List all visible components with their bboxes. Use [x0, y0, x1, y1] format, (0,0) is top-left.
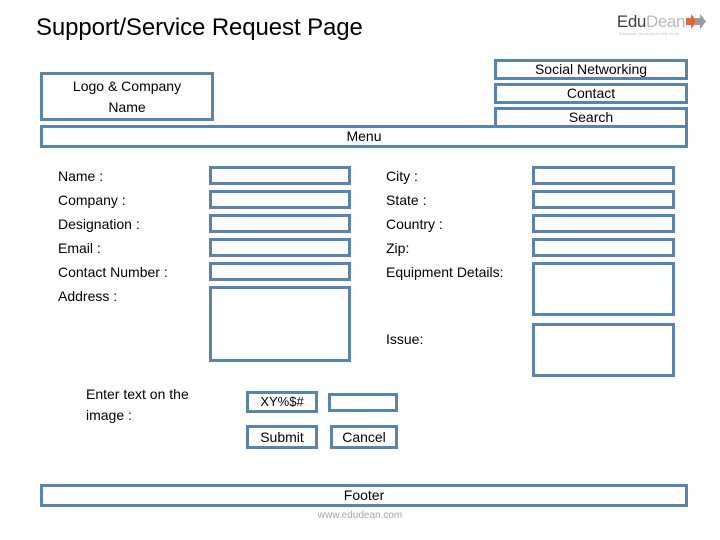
logo-company-name-box: Logo & Company Name — [40, 72, 214, 121]
captcha-prompt: Enter text on the image : — [86, 386, 189, 423]
captcha-image: XY%$# — [246, 391, 318, 413]
brand-wordmark-part1: Edu — [616, 12, 646, 31]
label-contact-number: Contact Number : — [58, 264, 168, 280]
nav-item-contact[interactable]: Contact — [494, 83, 688, 104]
address-textarea[interactable] — [209, 286, 351, 362]
label-city: City : — [386, 168, 418, 184]
label-name: Name : — [58, 168, 104, 184]
menu-bar[interactable]: Menu — [40, 125, 688, 148]
brand-wordmark: EduDean — [616, 12, 686, 31]
logo-box-line1: Logo & Company — [72, 78, 182, 95]
cancel-button[interactable]: Cancel — [330, 425, 398, 449]
logo-box-line2: Name — [108, 98, 146, 115]
zip-input[interactable] — [532, 238, 675, 257]
page-title: Support/Service Request Page — [36, 14, 363, 41]
name-input[interactable] — [209, 166, 351, 185]
footer-url: www.edudean.com — [317, 510, 403, 521]
label-state: State : — [386, 192, 427, 208]
label-designation: Designation : — [58, 216, 140, 232]
email-input[interactable] — [209, 238, 351, 257]
label-address: Address : — [58, 288, 118, 304]
label-email: Email : — [58, 240, 101, 256]
state-input[interactable] — [532, 190, 675, 209]
captcha-input[interactable] — [328, 393, 398, 412]
brand-wordmark-part2: Dean — [645, 12, 685, 31]
city-input[interactable] — [532, 166, 675, 185]
slide-canvas: Support/Service Request Page EduDean Edu… — [0, 0, 720, 540]
designation-input[interactable] — [209, 214, 351, 233]
label-country: Country : — [386, 216, 443, 232]
nav-item-social-networking[interactable]: Social Networking — [494, 59, 688, 80]
label-issue: Issue: — [386, 331, 424, 347]
company-input[interactable] — [209, 190, 351, 209]
country-input[interactable] — [532, 214, 675, 233]
footer-bar: Footer — [40, 484, 688, 507]
equipment-details-textarea[interactable] — [532, 262, 675, 316]
issue-textarea[interactable] — [532, 323, 675, 377]
brand-tagline: Education Services on the Move — [618, 31, 680, 36]
chevron-arrows-icon — [686, 14, 706, 34]
submit-button[interactable]: Submit — [246, 425, 318, 449]
label-zip: Zip: — [386, 240, 410, 256]
label-equipment-details: Equipment Details: — [386, 264, 504, 280]
label-company: Company : — [58, 192, 126, 208]
brand-logo: EduDean Education Services on the Move — [617, 13, 706, 43]
contact-number-input[interactable] — [209, 262, 351, 281]
